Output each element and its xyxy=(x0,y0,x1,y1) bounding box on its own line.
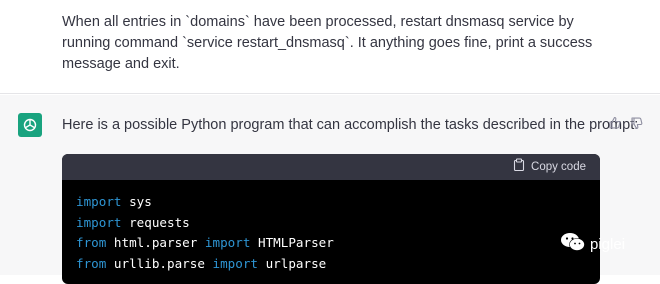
watermark-text: piglei xyxy=(590,235,626,253)
clipboard-icon[interactable] xyxy=(513,158,525,176)
code-line: import sys xyxy=(76,194,152,209)
watermark: piglei xyxy=(560,232,625,256)
code-line: from html.parser import HTMLParser xyxy=(76,235,334,250)
code-line: import requests xyxy=(76,214,190,230)
assistant-intro-text: Here is a possible Python program that c… xyxy=(62,117,639,133)
code-line: from urllib.parse import urlparse xyxy=(76,255,327,271)
wechat-icon xyxy=(560,232,586,256)
user-message: When all entries in `domains` have been … xyxy=(0,0,660,94)
code-content: import sys import requests from html.parse… xyxy=(62,180,600,284)
copy-code-button[interactable]: Copy code xyxy=(531,161,586,173)
thumbs-up-icon[interactable] xyxy=(608,116,622,130)
feedback-buttons xyxy=(608,116,644,130)
code-block: Copy code import sys import requests from … xyxy=(62,154,600,284)
thumbs-down-icon[interactable] xyxy=(630,116,644,130)
user-message-text: When all entries in `domains` have been … xyxy=(62,14,593,72)
openai-logo-icon xyxy=(18,113,42,137)
code-block-header: Copy code xyxy=(62,154,600,180)
